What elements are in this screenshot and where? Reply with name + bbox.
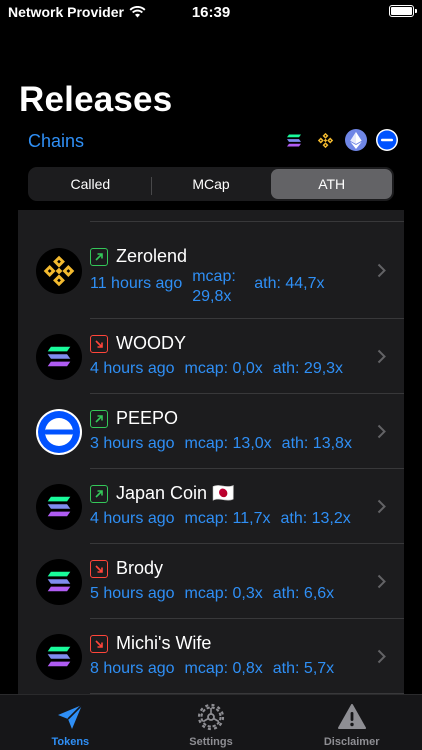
release-stats: 5 hours ago mcap: 0,3x ath: 6,6x <box>90 585 334 603</box>
status-time: 16:39 <box>191 4 231 21</box>
release-stats: 4 hours ago mcap: 11,7x ath: 13,2x <box>90 510 351 528</box>
release-mcap: mcap: 0,3x <box>184 585 263 602</box>
solana-icon <box>36 633 82 680</box>
release-ath: ath: 6,6x <box>272 585 335 602</box>
release-time: 5 hours ago <box>90 585 175 602</box>
release-title: Zerolend <box>90 246 187 267</box>
release-row-zerolend[interactable]: Zerolend 11 hours ago mcap: 29,8x ath: 4… <box>18 222 404 319</box>
token-name: PEEPO <box>116 408 179 428</box>
chevron-right-icon <box>377 349 386 363</box>
segment-ath[interactable]: ATH <box>271 169 393 199</box>
release-ath: ath: 13,2x <box>280 510 351 527</box>
sort-segmented-control: Called MCap ATH <box>28 167 394 201</box>
gear-icon <box>197 702 225 732</box>
release-time: 11 hours ago <box>90 275 183 292</box>
segment-called[interactable]: Called <box>30 169 151 199</box>
token-name: WOODY <box>116 333 186 353</box>
release-title: Brody <box>90 558 163 579</box>
trend-up-icon <box>90 247 108 266</box>
tab-disclaimer[interactable]: Disclaimer <box>281 695 422 750</box>
token-name: Michi's Wife <box>116 633 212 653</box>
base-icon <box>36 408 82 455</box>
tab-label: Tokens <box>51 736 90 748</box>
release-mcap: mcap: 13,0x <box>184 435 272 452</box>
tab-tokens[interactable]: Tokens <box>0 695 141 750</box>
trend-down-icon <box>90 559 108 578</box>
release-row-peepo[interactable]: PEEPO 3 hours ago mcap: 13,0x ath: 13,8x <box>18 394 404 469</box>
solana-icon <box>36 483 82 530</box>
tab-label: Disclaimer <box>323 736 380 748</box>
paper-plane-icon <box>56 702 84 732</box>
release-mcap: mcap: 11,7x <box>184 510 271 527</box>
release-title: Michi's Wife <box>90 633 211 654</box>
release-stats: 4 hours ago mcap: 0,0x ath: 29,3x <box>90 360 343 378</box>
trend-down-icon <box>90 634 108 653</box>
chevron-right-icon <box>377 574 386 588</box>
release-time: 3 hours ago <box>90 435 175 452</box>
release-title: PEEPO <box>90 408 178 429</box>
release-stats: 3 hours ago mcap: 13,0x ath: 13,8x <box>90 435 352 453</box>
solana-icon <box>36 333 82 380</box>
solana-icon[interactable] <box>283 129 305 151</box>
release-ath: ath: 5,7x <box>272 660 335 677</box>
chevron-right-icon <box>377 424 386 438</box>
chain-filter-icons <box>283 129 398 151</box>
tab-bar: Tokens Settings Disclaimer <box>0 694 422 750</box>
chevron-right-icon <box>377 649 386 663</box>
release-row-michis-wife[interactable]: Michi's Wife 8 hours ago mcap: 0,8x ath:… <box>18 619 404 694</box>
ethereum-icon[interactable] <box>345 129 367 151</box>
release-mcap: mcap: 0,8x <box>184 660 263 677</box>
trend-up-icon <box>90 484 108 503</box>
chains-row: Chains <box>28 129 398 155</box>
status-bar: Network Provider 16:39 <box>0 0 422 26</box>
chains-button[interactable]: Chains <box>28 131 84 151</box>
release-stats: 11 hours ago mcap: 29,8x ath: 44,7x <box>90 268 325 307</box>
release-row-brody[interactable]: Brody 5 hours ago mcap: 0,3x ath: 6,6x <box>18 544 404 619</box>
solana-icon <box>36 558 82 605</box>
battery-icon <box>389 5 417 17</box>
chevron-right-icon <box>377 263 386 277</box>
warning-icon <box>337 702 366 732</box>
segment-mcap[interactable]: MCap <box>150 169 272 199</box>
release-mcap: mcap: 0,0x <box>184 360 263 377</box>
release-title: Japan Coin 🇯🇵 <box>90 483 234 504</box>
release-title: WOODY <box>90 333 186 354</box>
release-mcap: mcap: 29,8x <box>192 268 236 305</box>
release-row-woody[interactable]: WOODY 4 hours ago mcap: 0,0x ath: 29,3x <box>18 319 404 394</box>
bnb-icon[interactable] <box>314 129 336 151</box>
release-ath: ath: 13,8x <box>281 435 352 452</box>
tab-settings[interactable]: Settings <box>141 695 282 750</box>
chevron-right-icon <box>377 499 386 513</box>
release-ath: ath: 29,3x <box>272 360 344 377</box>
base-icon[interactable] <box>376 129 398 151</box>
release-ath: ath: 44,7x <box>254 275 325 292</box>
release-list: Zerolend 11 hours ago mcap: 29,8x ath: 4… <box>18 210 404 696</box>
token-name: Brody <box>116 558 164 578</box>
release-row-japan-coin[interactable]: Japan Coin 🇯🇵 4 hours ago mcap: 11,7x at… <box>18 469 404 544</box>
page-title: Releases <box>19 80 173 119</box>
release-time: 4 hours ago <box>90 360 175 377</box>
trend-up-icon <box>90 409 108 428</box>
token-name: Zerolend <box>116 246 188 266</box>
release-time: 4 hours ago <box>90 510 175 527</box>
token-name: Japan Coin 🇯🇵 <box>116 483 235 503</box>
release-time: 8 hours ago <box>90 660 175 677</box>
release-stats: 8 hours ago mcap: 0,8x ath: 5,7x <box>90 660 334 678</box>
trend-down-icon <box>90 334 108 353</box>
bnb-icon <box>36 247 82 294</box>
tab-label: Settings <box>189 736 233 748</box>
